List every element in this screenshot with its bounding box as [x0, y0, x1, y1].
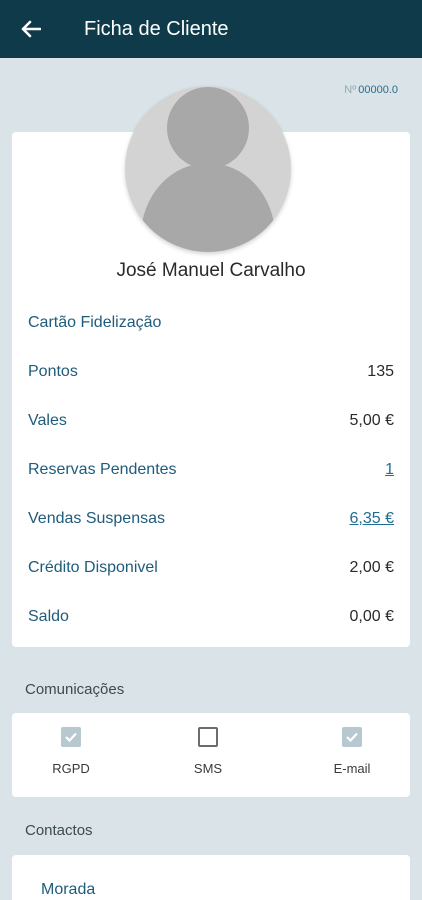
balance-row: Saldo 0,00 € [28, 605, 394, 629]
contacts-card: Morada [12, 855, 410, 900]
check-icon [65, 732, 77, 743]
page-title: Ficha de Cliente [84, 17, 229, 40]
sms-label: SMS [193, 761, 223, 776]
communications-card: RGPD SMS E-mail [12, 713, 410, 797]
client-number: Nº 00000.0 [344, 84, 398, 96]
suspended-sales-link[interactable]: 6,35 € [350, 510, 394, 528]
loyalty-card-row[interactable]: Cartão Fidelização [28, 311, 394, 335]
pending-reservations-label: Reservas Pendentes [28, 461, 177, 478]
arrow-left-icon [21, 20, 41, 38]
email-option: E-mail [302, 727, 402, 776]
vouchers-row: Vales 5,00 € [28, 409, 394, 433]
app-bar: Ficha de Cliente [0, 0, 422, 58]
loyalty-card-label: Cartão Fidelização [28, 314, 162, 331]
address-label[interactable]: Morada [41, 881, 95, 899]
rgpd-label: RGPD [52, 761, 90, 776]
email-checkbox[interactable] [342, 727, 362, 747]
balance-value: 0,00 € [349, 608, 394, 625]
pending-reservations-link[interactable]: 1 [385, 461, 394, 479]
available-credit-label: Crédito Disponivel [28, 559, 158, 576]
pending-reservations-row: Reservas Pendentes 1 [28, 458, 394, 482]
check-icon [346, 732, 358, 743]
email-label: E-mail [333, 761, 371, 776]
vouchers-value: 5,00 € [349, 412, 394, 429]
sms-option: SMS [158, 727, 258, 776]
rgpd-checkbox[interactable] [61, 727, 81, 747]
points-value: 135 [367, 363, 394, 380]
back-button[interactable] [0, 0, 62, 58]
rgpd-option: RGPD [21, 727, 121, 776]
points-label: Pontos [28, 363, 78, 380]
available-credit-row: Crédito Disponivel 2,00 € [28, 556, 394, 580]
communications-heading: Comunicações [25, 681, 125, 698]
client-number-value: 00000.0 [358, 84, 398, 96]
sms-checkbox[interactable] [198, 727, 218, 747]
client-number-prefix: Nº [344, 84, 357, 96]
balance-label: Saldo [28, 608, 69, 625]
available-credit-value: 2,00 € [349, 559, 394, 576]
avatar [125, 86, 291, 252]
user-icon [141, 87, 275, 252]
client-name: José Manuel Carvalho [116, 260, 306, 281]
contacts-heading: Contactos [25, 822, 93, 839]
suspended-sales-label: Vendas Suspensas [28, 510, 165, 527]
points-row: Pontos 135 [28, 360, 394, 384]
suspended-sales-row: Vendas Suspensas 6,35 € [28, 507, 394, 531]
vouchers-label: Vales [28, 412, 67, 429]
